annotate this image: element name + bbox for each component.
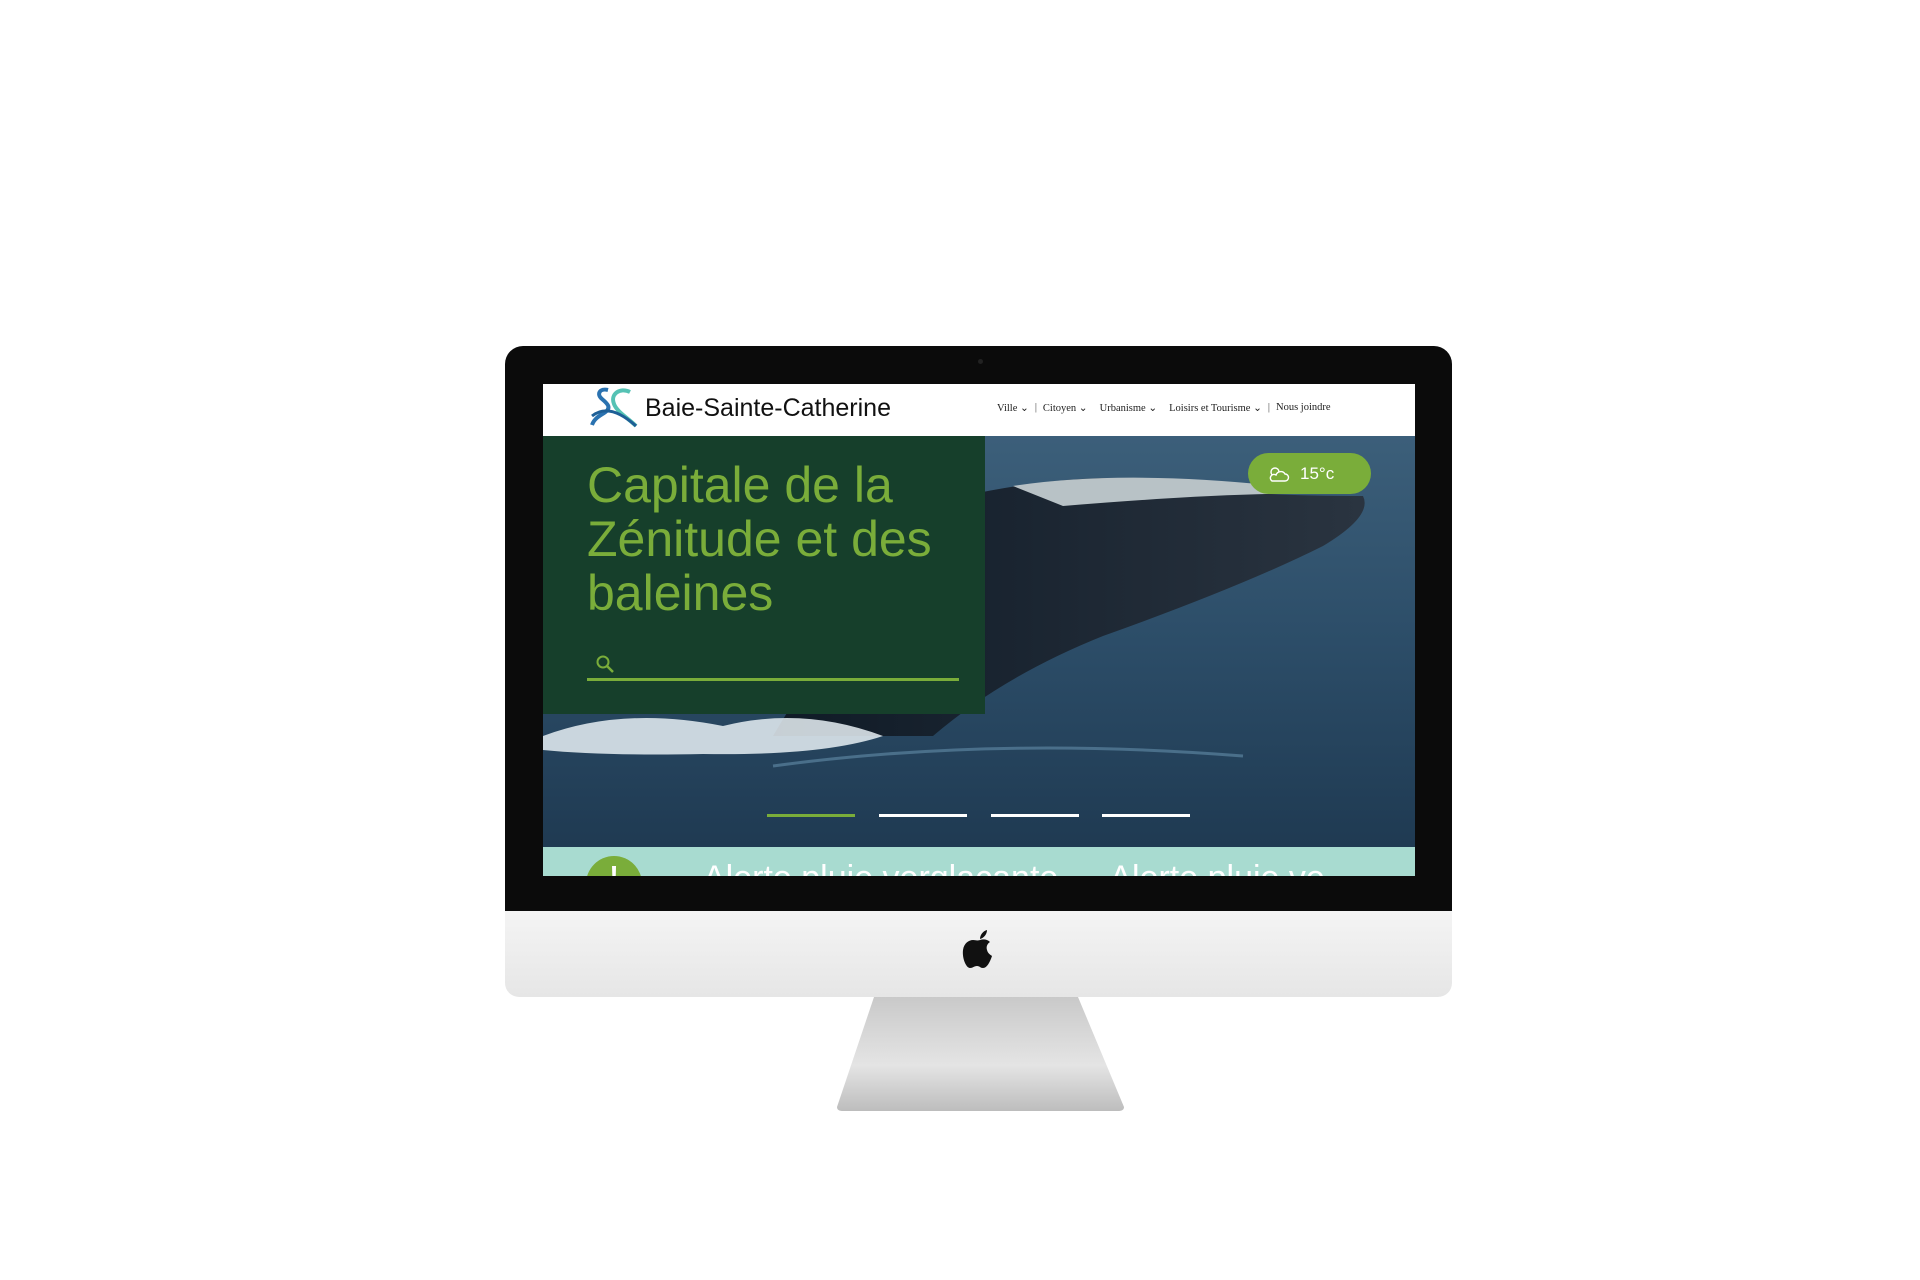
search-input[interactable] — [587, 651, 959, 681]
apple-logo-icon — [962, 930, 992, 968]
weather-badge: 15°c — [1248, 453, 1371, 494]
alert-icon: ! — [586, 856, 642, 876]
site-header: Baie-Sainte-Catherine Ville ⌄ | Citoyen ⌄… — [543, 384, 1415, 436]
nav-separator: | — [1034, 402, 1037, 413]
browser-screen: Baie-Sainte-Catherine Ville ⌄ | Citoyen ⌄… — [543, 384, 1415, 876]
slide-indicator-3[interactable] — [991, 814, 1079, 817]
main-nav: Ville ⌄ | Citoyen ⌄ Urbanisme ⌄ Loisirs e… — [997, 402, 1331, 414]
nav-item-citoyen[interactable]: Citoyen ⌄ — [1043, 402, 1088, 414]
alert-banner: ! Alerte pluie verglaçante — Alerte plui… — [543, 847, 1415, 876]
monitor-stand — [837, 997, 1124, 1111]
nav-item-loisirs[interactable]: Loisirs et Tourisme ⌄ — [1169, 402, 1262, 414]
slide-indicator-2[interactable] — [879, 814, 967, 817]
site-title[interactable]: Baie-Sainte-Catherine — [645, 394, 891, 423]
slide-indicator-4[interactable] — [1102, 814, 1190, 817]
nav-item-urbanisme[interactable]: Urbanisme ⌄ — [1100, 402, 1158, 414]
search-icon — [596, 655, 614, 673]
slide-indicator-1[interactable] — [767, 814, 855, 817]
partly-cloudy-icon — [1269, 466, 1290, 482]
hero-panel: Capitale de la Zénitude et des baleines — [543, 436, 985, 714]
nav-item-nous-joindre[interactable]: Nous joindre — [1276, 402, 1331, 414]
hero-slider: Capitale de la Zénitude et des baleines … — [543, 436, 1415, 847]
nav-separator: | — [1267, 402, 1270, 413]
hero-headline: Capitale de la Zénitude et des baleines — [587, 457, 932, 621]
nav-item-ville[interactable]: Ville ⌄ — [997, 402, 1029, 414]
site-logo[interactable] — [588, 386, 640, 428]
temperature: 15°c — [1300, 463, 1335, 483]
camera — [978, 359, 983, 364]
alert-text: Alerte pluie verglaçante — Alerte pluie … — [703, 859, 1325, 876]
